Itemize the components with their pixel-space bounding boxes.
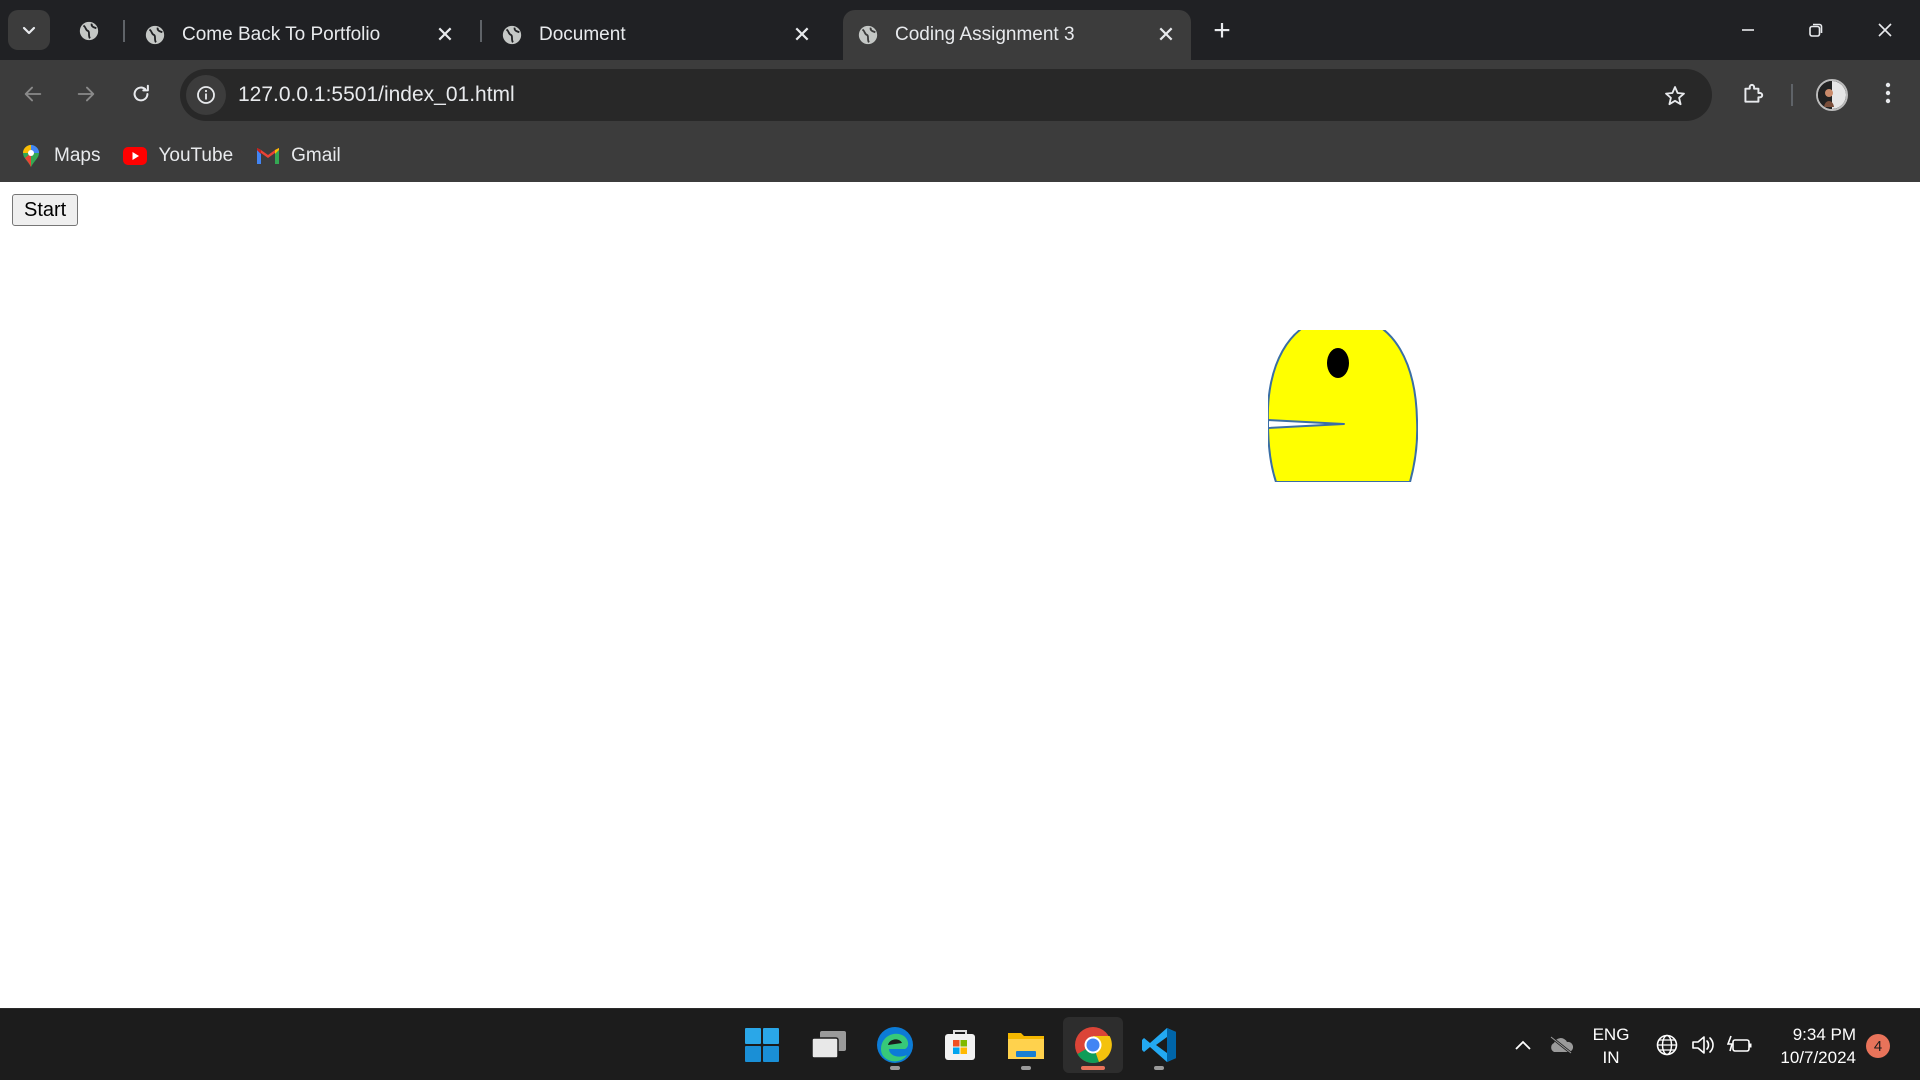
- bookmark-label: Maps: [54, 145, 101, 166]
- restore-button[interactable]: [1791, 10, 1841, 50]
- bookmark-youtube[interactable]: YouTube: [122, 144, 233, 168]
- windows-start-icon: [745, 1028, 779, 1062]
- chevron-up-icon: [1515, 1040, 1531, 1050]
- profile-avatar[interactable]: [1816, 79, 1848, 111]
- vscode-icon: [1142, 1028, 1176, 1062]
- kebab-menu-icon: [1885, 82, 1891, 104]
- browser-toolbar: 127.0.0.1:5501/index_01.html: [0, 60, 1920, 130]
- page-viewport: Start: [0, 182, 1920, 1008]
- close-tab-icon[interactable]: ✕: [1151, 20, 1181, 50]
- pacman-eye: [1327, 348, 1349, 378]
- arrow-right-icon: [77, 86, 95, 102]
- chevron-down-icon: [22, 26, 36, 35]
- tab-strip: Come Back To Portfolio ✕ Document ✕ Codi…: [0, 0, 1920, 60]
- bookmark-maps[interactable]: Maps: [18, 144, 100, 168]
- reload-button[interactable]: [121, 74, 161, 114]
- forward-button[interactable]: [66, 74, 106, 114]
- restore-icon: [1809, 23, 1823, 37]
- new-tab-button[interactable]: +: [1205, 14, 1239, 48]
- onedrive-button[interactable]: [1544, 1009, 1578, 1081]
- show-hidden-icons-button[interactable]: [1508, 1009, 1538, 1081]
- tab-separator: [480, 20, 482, 42]
- tab-come-back-to-portfolio[interactable]: Come Back To Portfolio ✕: [130, 10, 470, 60]
- chrome-menu-button[interactable]: [1870, 75, 1906, 111]
- vscode-taskbar-button[interactable]: [1129, 1017, 1189, 1073]
- bookmark-star-button[interactable]: [1658, 79, 1692, 113]
- onedrive-offline-icon: [1550, 1036, 1574, 1054]
- start-button[interactable]: Start: [12, 194, 79, 226]
- windows-taskbar: ENG IN 9:34 PM 10/7/2024 4: [0, 1008, 1920, 1080]
- clock[interactable]: 9:34 PM 10/7/2024: [1764, 1023, 1856, 1069]
- maps-pin-icon: [18, 144, 44, 168]
- task-view-button[interactable]: [799, 1017, 859, 1073]
- back-button[interactable]: [13, 74, 53, 114]
- tab-search-button[interactable]: [8, 10, 50, 50]
- bookmarks-bar: Maps YouTube Gmail: [0, 130, 1920, 182]
- bookmark-label: YouTube: [158, 145, 234, 166]
- bookmark-gmail[interactable]: Gmail: [255, 144, 341, 168]
- tab-title: Coding Assignment 3: [895, 24, 1075, 45]
- start-menu-button[interactable]: [732, 1017, 792, 1073]
- puzzle-icon: [1744, 83, 1764, 103]
- globe-icon: [142, 22, 168, 48]
- globe-icon: [499, 22, 525, 48]
- url-text[interactable]: 127.0.0.1:5501/index_01.html: [238, 83, 515, 107]
- youtube-icon: [122, 144, 148, 168]
- tab-title: Come Back To Portfolio: [182, 24, 381, 45]
- toolbar-separator: [1791, 84, 1793, 106]
- close-window-button[interactable]: [1860, 10, 1910, 50]
- edge-icon: [877, 1027, 913, 1063]
- chrome-taskbar-button[interactable]: [1063, 1017, 1123, 1073]
- store-taskbar-button[interactable]: [930, 1017, 990, 1073]
- edge-taskbar-button[interactable]: [865, 1017, 925, 1073]
- gmail-icon: [255, 144, 281, 168]
- star-icon: [1665, 86, 1685, 106]
- tab-coding-assignment-3[interactable]: Coding Assignment 3 ✕: [843, 10, 1191, 60]
- close-tab-icon[interactable]: ✕: [787, 20, 817, 50]
- bookmark-label: Gmail: [291, 145, 341, 166]
- running-indicator: [1021, 1066, 1031, 1070]
- file-explorer-icon: [1008, 1033, 1044, 1059]
- running-indicator: [1081, 1066, 1105, 1070]
- arrow-left-icon: [24, 86, 42, 102]
- tab-title: Document: [539, 24, 626, 45]
- reload-icon: [133, 84, 149, 102]
- battery-charging-icon: [1727, 1035, 1752, 1052]
- language-code: ENG: [1592, 1025, 1630, 1044]
- extensions-button[interactable]: [1735, 75, 1771, 111]
- pacman-character: [1268, 330, 1418, 482]
- date-text: 10/7/2024: [1780, 1048, 1856, 1067]
- battery-button[interactable]: [1722, 1009, 1758, 1081]
- minimize-button[interactable]: [1723, 10, 1773, 50]
- address-bar[interactable]: 127.0.0.1:5501/index_01.html: [180, 69, 1712, 121]
- info-icon: [197, 86, 215, 104]
- pinned-tab[interactable]: [74, 16, 104, 46]
- tab-separator: [123, 20, 125, 42]
- file-explorer-taskbar-button[interactable]: [996, 1017, 1056, 1073]
- site-info-button[interactable]: [186, 75, 226, 115]
- tab-document[interactable]: Document ✕: [487, 10, 827, 60]
- avatar-icon: [1818, 81, 1846, 109]
- volume-button[interactable]: [1687, 1009, 1721, 1081]
- globe-icon: [79, 21, 99, 41]
- speaker-icon: [1692, 1036, 1714, 1054]
- running-indicator: [1154, 1066, 1164, 1070]
- microsoft-store-icon: [945, 1030, 975, 1060]
- chrome-icon: [1075, 1027, 1112, 1064]
- region-code: IN: [1602, 1048, 1620, 1067]
- close-icon: [1878, 23, 1892, 37]
- globe-icon: [855, 22, 881, 48]
- minimize-icon: [1742, 29, 1754, 31]
- time-text: 9:34 PM: [1792, 1025, 1856, 1044]
- running-indicator: [890, 1066, 900, 1070]
- network-button[interactable]: [1650, 1009, 1684, 1081]
- language-indicator[interactable]: ENG IN: [1588, 1023, 1634, 1069]
- notification-badge[interactable]: 4: [1866, 1034, 1890, 1058]
- globe-network-icon: [1656, 1034, 1678, 1056]
- close-tab-icon[interactable]: ✕: [430, 20, 460, 50]
- task-view-icon: [811, 1031, 846, 1059]
